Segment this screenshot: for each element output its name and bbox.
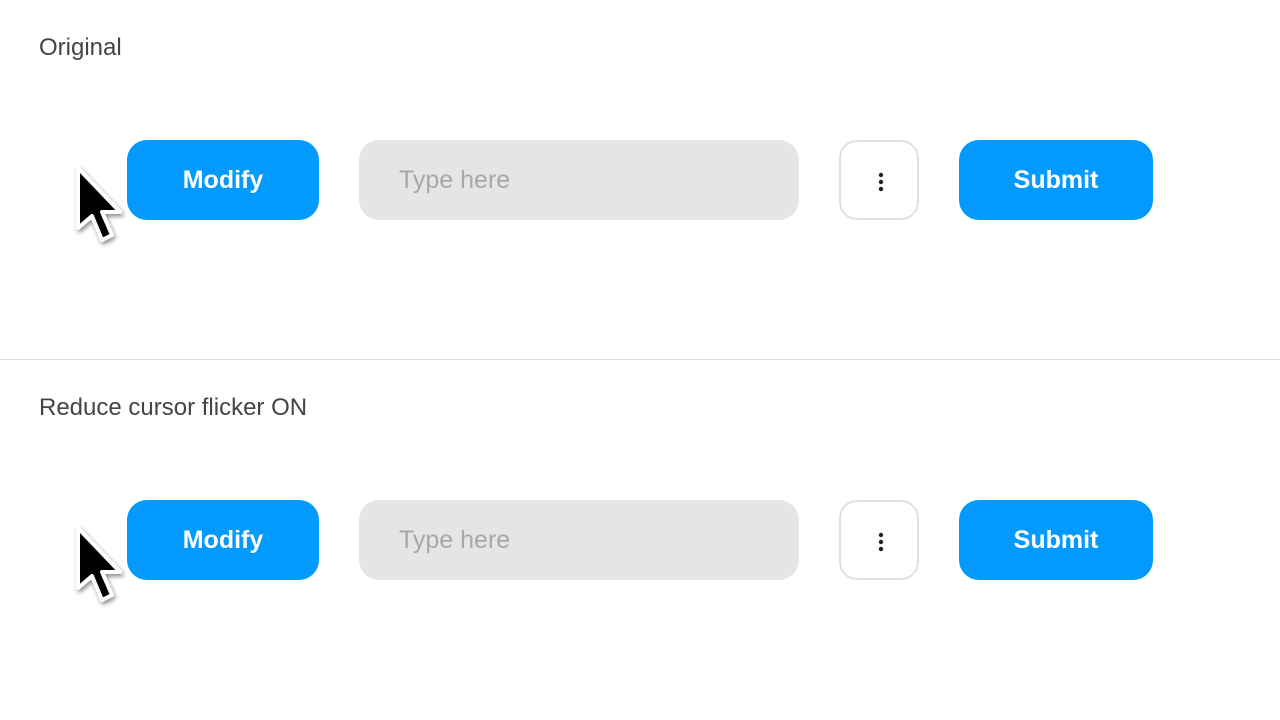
more-options-button[interactable]: [839, 140, 919, 220]
modify-button[interactable]: Modify: [127, 140, 319, 220]
modify-button[interactable]: Modify: [127, 500, 319, 580]
arrow-pointer-icon: [76, 526, 122, 602]
more-vertical-icon: [878, 532, 884, 552]
submit-button[interactable]: Submit: [959, 140, 1153, 220]
section-title: Reduce cursor flicker ON: [39, 394, 308, 421]
arrow-pointer-icon: [76, 166, 122, 242]
text-input[interactable]: [359, 500, 799, 580]
section-title: Original: [39, 34, 122, 61]
section-reduce-cursor-flicker: Reduce cursor flicker ON Modify Submit: [0, 360, 1280, 719]
section-original: Original Modify Submit: [0, 0, 1280, 359]
text-input[interactable]: [359, 140, 799, 220]
more-options-button[interactable]: [839, 500, 919, 580]
submit-button[interactable]: Submit: [959, 500, 1153, 580]
comparison-page: Original Modify Submit Reduce cursor fli…: [0, 0, 1280, 720]
more-vertical-icon: [878, 172, 884, 192]
